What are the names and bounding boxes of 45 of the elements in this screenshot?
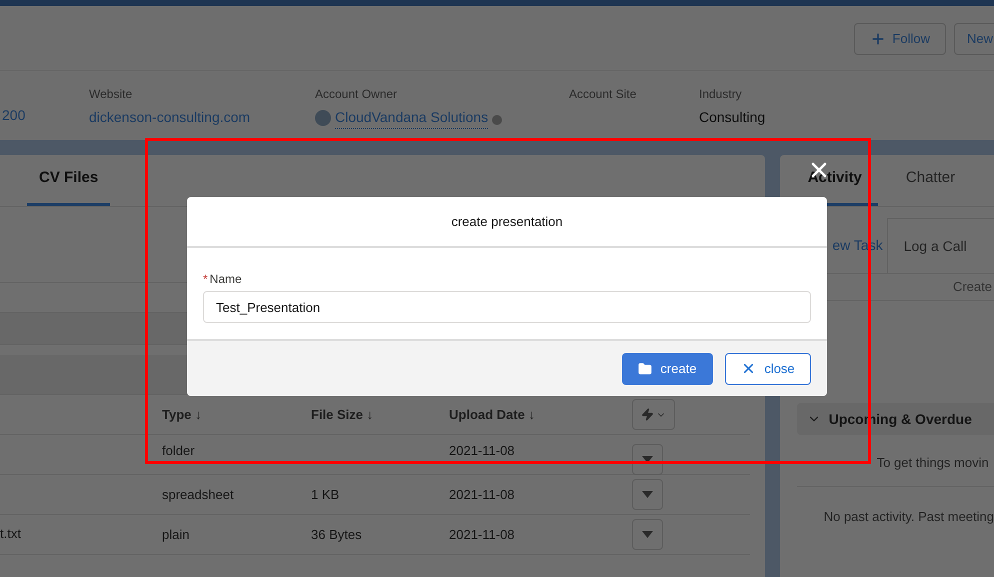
field-link[interactable]: 200 xyxy=(2,105,26,126)
table-cell: 1 KB xyxy=(311,486,340,502)
close-button[interactable]: close xyxy=(725,352,811,384)
column-header[interactable]: File Size ↓ xyxy=(311,406,374,422)
caret-down-icon xyxy=(642,531,653,538)
table-cell: plain xyxy=(162,526,190,542)
modal-title: create presentation xyxy=(451,212,563,231)
required-mark: * xyxy=(203,271,208,288)
follow-button[interactable]: Follow xyxy=(854,23,946,55)
empty-state-text: To get things movin xyxy=(876,454,989,472)
panel-tab[interactable]: Chatter xyxy=(890,154,972,206)
row-menu-button[interactable] xyxy=(632,444,663,474)
table-cell: 2021-11-08 xyxy=(449,486,515,502)
table-cell: 2021-11-08 xyxy=(449,443,515,458)
field-label: Account Owner xyxy=(315,86,398,103)
actions-menu-button[interactable] xyxy=(632,399,675,430)
table-cell: spreadsheet xyxy=(162,486,234,502)
column-header[interactable]: Type ↓ xyxy=(162,406,202,422)
field-link[interactable]: dickenson-consulting.com xyxy=(89,107,250,128)
field-value: Consulting xyxy=(699,108,766,127)
caret-down-icon xyxy=(642,456,653,462)
table-cell: folder xyxy=(162,443,195,458)
avatar-icon xyxy=(315,110,331,126)
row-menu-button[interactable] xyxy=(632,519,663,550)
create-button[interactable]: create xyxy=(622,352,713,384)
table-cell: 2021-11-08 xyxy=(449,526,515,542)
field-label: Industry xyxy=(699,86,742,103)
panel-tab[interactable]: CV Files xyxy=(27,154,110,206)
action-tab[interactable]: Log a Call xyxy=(886,218,994,273)
caret-down-icon xyxy=(642,491,653,498)
name-input[interactable]: Test_Presentation xyxy=(203,291,811,323)
folder-icon xyxy=(638,362,652,376)
column-header[interactable]: Upload Date ↓ xyxy=(449,406,535,422)
create-label: Create xyxy=(952,278,993,296)
table-cell: t.txt xyxy=(0,526,21,541)
field-label: Name xyxy=(210,271,242,288)
empty-state-text: No past activity. Past meeting xyxy=(824,508,994,526)
lightning-icon xyxy=(641,408,654,421)
new-button[interactable]: New xyxy=(954,23,994,55)
table-cell: 36 Bytes xyxy=(311,526,362,542)
field-label: Account Site xyxy=(569,86,636,103)
owner-link[interactable]: CloudVandana Solutions xyxy=(335,107,488,129)
row-menu-button[interactable] xyxy=(632,479,663,510)
field-label: Website xyxy=(89,86,132,103)
plus-icon xyxy=(870,31,886,47)
